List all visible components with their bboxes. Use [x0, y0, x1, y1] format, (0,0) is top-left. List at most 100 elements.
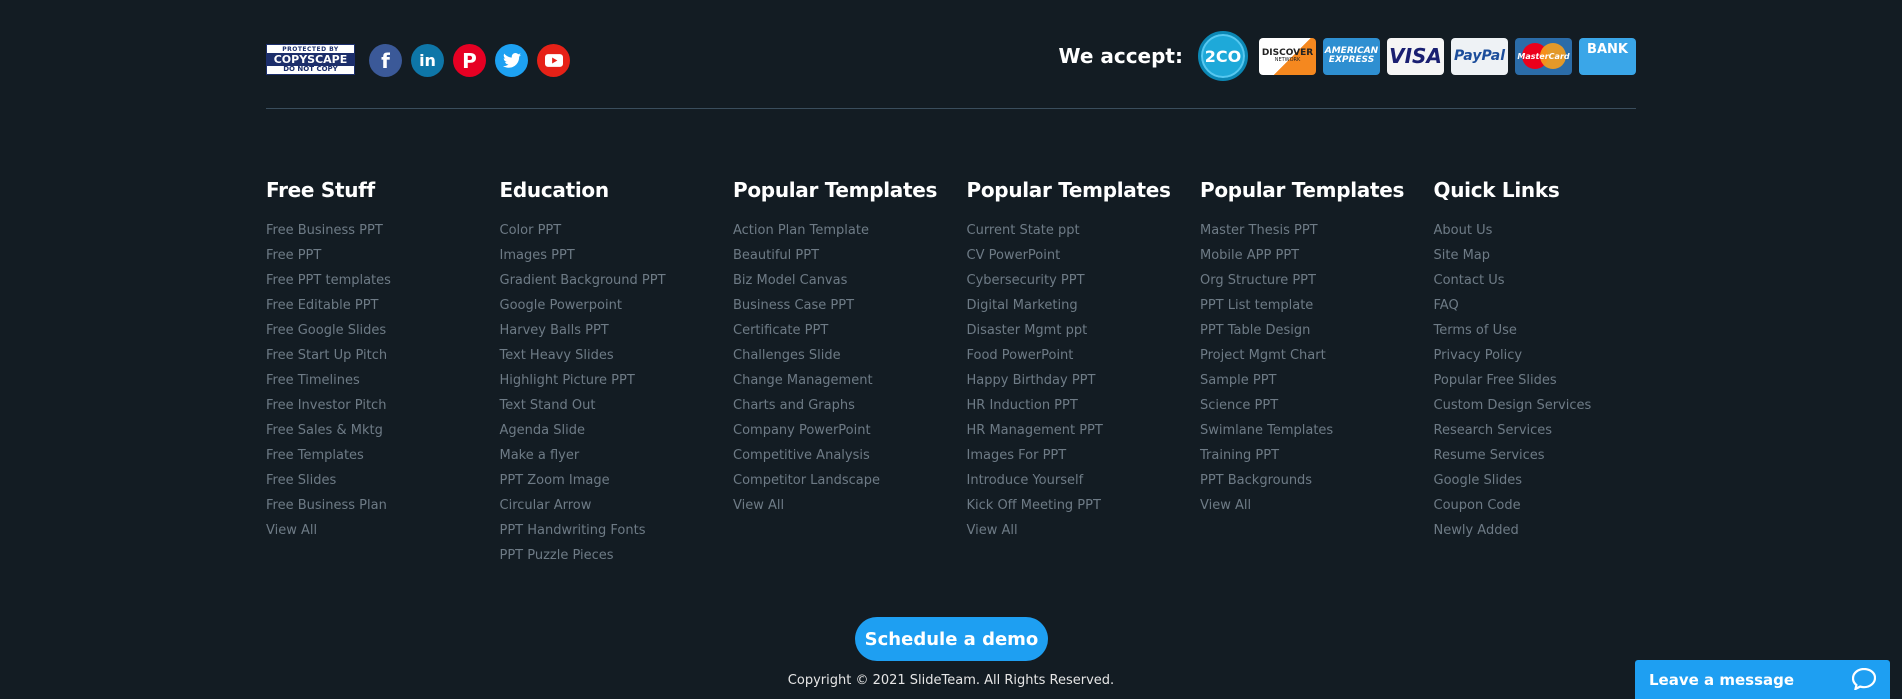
footer-link[interactable]: Science PPT	[1200, 398, 1278, 413]
footer-link[interactable]: PPT Zoom Image	[500, 473, 610, 488]
footer-link[interactable]: Disaster Mgmt ppt	[967, 323, 1088, 338]
footer-link[interactable]: Mobile APP PPT	[1200, 248, 1299, 263]
footer-link[interactable]: Kick Off Meeting PPT	[967, 498, 1101, 513]
footer-link[interactable]: Google Powerpoint	[500, 298, 622, 313]
footer-link[interactable]: Swimlane Templates	[1200, 423, 1333, 438]
footer-link-item: Free Slides	[266, 473, 500, 498]
footer-link[interactable]: FAQ	[1434, 298, 1459, 313]
footer-link[interactable]: Company PowerPoint	[733, 423, 871, 438]
footer-link[interactable]: Text Stand Out	[500, 398, 596, 413]
footer-link[interactable]: Action Plan Template	[733, 223, 869, 238]
footer-link[interactable]: Custom Design Services	[1434, 398, 1592, 413]
footer-link[interactable]: Cybersecurity PPT	[967, 273, 1085, 288]
footer-link-item: Research Services	[1434, 423, 1668, 448]
footer-link[interactable]: Gradient Background PPT	[500, 273, 666, 288]
footer-link[interactable]: Agenda Slide	[500, 423, 585, 438]
footer-link[interactable]: Org Structure PPT	[1200, 273, 1316, 288]
footer-link[interactable]: View All	[1200, 498, 1251, 513]
footer-link[interactable]: Free Investor Pitch	[266, 398, 386, 413]
footer-link-item: Science PPT	[1200, 398, 1434, 423]
footer-link[interactable]: Circular Arrow	[500, 498, 592, 513]
footer-link[interactable]: Free Templates	[266, 448, 364, 463]
footer-link[interactable]: Change Management	[733, 373, 873, 388]
footer-link-item: Cybersecurity PPT	[967, 273, 1201, 298]
footer-link[interactable]: Privacy Policy	[1434, 348, 1523, 363]
footer-link[interactable]: HR Management PPT	[967, 423, 1103, 438]
footer-link[interactable]: View All	[967, 523, 1018, 538]
footer-link[interactable]: Competitor Landscape	[733, 473, 880, 488]
footer-link[interactable]: Google Slides	[1434, 473, 1522, 488]
footer-link[interactable]: View All	[733, 498, 784, 513]
footer-link[interactable]: Free PPT	[266, 248, 321, 263]
footer-link[interactable]: Beautiful PPT	[733, 248, 819, 263]
footer-link-item: Free Sales & Mktg	[266, 423, 500, 448]
footer-link[interactable]: Terms of Use	[1434, 323, 1517, 338]
footer-link[interactable]: PPT Puzzle Pieces	[500, 548, 614, 563]
footer-link[interactable]: Project Mgmt Chart	[1200, 348, 1326, 363]
footer-divider	[266, 108, 1636, 109]
copyscape-line3: DO NOT COPY	[283, 64, 338, 73]
footer-link[interactable]: Coupon Code	[1434, 498, 1521, 513]
footer-link-item: Images For PPT	[967, 448, 1201, 473]
footer-link-item: Agenda Slide	[500, 423, 734, 448]
footer-link[interactable]: PPT Handwriting Fonts	[500, 523, 646, 538]
footer-link[interactable]: Free Business Plan	[266, 498, 387, 513]
footer-link[interactable]: CV PowerPoint	[967, 248, 1061, 263]
schedule-demo-button[interactable]: Schedule a demo	[855, 617, 1048, 661]
footer-link-item: Training PPT	[1200, 448, 1434, 473]
footer-link[interactable]: Free Sales & Mktg	[266, 423, 383, 438]
footer-link[interactable]: Make a flyer	[500, 448, 580, 463]
footer-link[interactable]: Free Slides	[266, 473, 336, 488]
footer-link[interactable]: Color PPT	[500, 223, 562, 238]
footer-link[interactable]: Master Thesis PPT	[1200, 223, 1318, 238]
footer-link[interactable]: Free Business PPT	[266, 223, 383, 238]
footer-link[interactable]: Images PPT	[500, 248, 575, 263]
link-list: About Us Site Map Contact Us FAQ Terms of Us…	[1434, 223, 1668, 548]
youtube-icon[interactable]	[537, 44, 570, 77]
footer-link[interactable]: Highlight Picture PPT	[500, 373, 635, 388]
footer-link-item: Site Map	[1434, 248, 1668, 273]
linkedin-icon[interactable]: in	[411, 44, 444, 77]
mastercard-logo: MasterCard	[1515, 37, 1572, 75]
footer-link[interactable]: PPT Backgrounds	[1200, 473, 1312, 488]
footer-link[interactable]: Site Map	[1434, 248, 1491, 263]
footer-link[interactable]: Challenges Slide	[733, 348, 841, 363]
footer-link[interactable]: Charts and Graphs	[733, 398, 855, 413]
footer-link[interactable]: Images For PPT	[967, 448, 1067, 463]
footer-link[interactable]: Contact Us	[1434, 273, 1505, 288]
footer-link[interactable]: Training PPT	[1200, 448, 1279, 463]
footer-link[interactable]: Introduce Yourself	[967, 473, 1084, 488]
footer-link[interactable]: View All	[266, 523, 317, 538]
footer-link[interactable]: Research Services	[1434, 423, 1553, 438]
footer-link[interactable]: Free Editable PPT	[266, 298, 378, 313]
facebook-icon[interactable]: f	[369, 44, 402, 77]
footer-link[interactable]: Certificate PPT	[733, 323, 828, 338]
footer-link[interactable]: Harvey Balls PPT	[500, 323, 609, 338]
footer-link[interactable]: HR Induction PPT	[967, 398, 1078, 413]
pinterest-icon[interactable]: P	[453, 44, 486, 77]
footer-link[interactable]: Free Start Up Pitch	[266, 348, 387, 363]
footer-link-item: Google Slides	[1434, 473, 1668, 498]
footer-link[interactable]: Business Case PPT	[733, 298, 854, 313]
footer-link[interactable]: Food PowerPoint	[967, 348, 1074, 363]
footer-link[interactable]: PPT Table Design	[1200, 323, 1310, 338]
footer-link[interactable]: Resume Services	[1434, 448, 1545, 463]
footer-link[interactable]: Free Timelines	[266, 373, 360, 388]
footer-link[interactable]: Free Google Slides	[266, 323, 386, 338]
footer-link[interactable]: Sample PPT	[1200, 373, 1277, 388]
footer-link[interactable]: Happy Birthday PPT	[967, 373, 1096, 388]
twitter-icon[interactable]	[495, 44, 528, 77]
footer-link[interactable]: Digital Marketing	[967, 298, 1078, 313]
footer-link[interactable]: Popular Free Slides	[1434, 373, 1557, 388]
leave-message-chat-widget[interactable]: Leave a message	[1635, 660, 1890, 699]
footer-link[interactable]: Newly Added	[1434, 523, 1519, 538]
footer-link[interactable]: Biz Model Canvas	[733, 273, 847, 288]
footer-link[interactable]: Text Heavy Slides	[500, 348, 614, 363]
footer-link[interactable]: Free PPT templates	[266, 273, 391, 288]
copyscape-badge[interactable]: PROTECTED BY COPYSCAPE DO NOT COPY	[266, 44, 355, 75]
footer-link[interactable]: Competitive Analysis	[733, 448, 870, 463]
footer-link[interactable]: About Us	[1434, 223, 1493, 238]
footer-link[interactable]: Current State ppt	[967, 223, 1080, 238]
footer-link[interactable]: PPT List template	[1200, 298, 1313, 313]
footer-link-item: Harvey Balls PPT	[500, 323, 734, 348]
